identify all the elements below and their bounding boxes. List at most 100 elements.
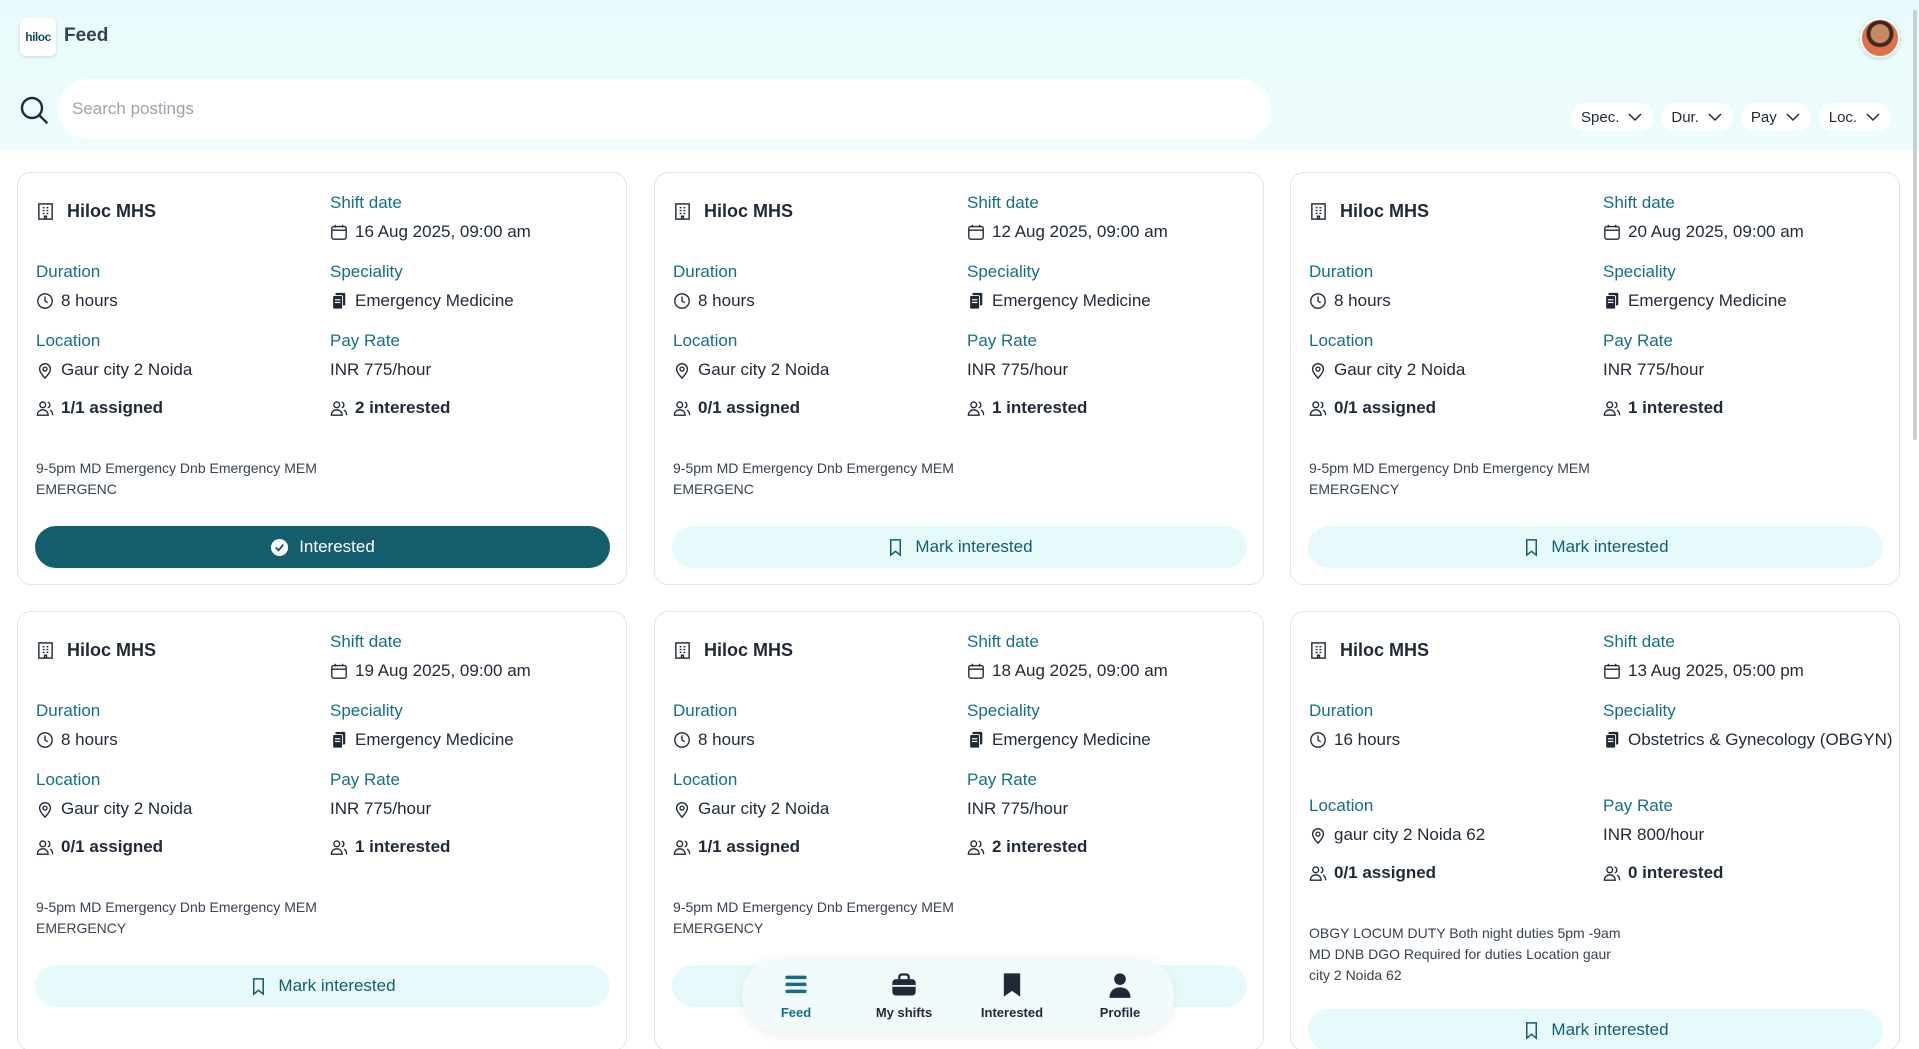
hospital-name: Hiloc MHS (673, 201, 793, 222)
pay-rate-label: Pay Rate (330, 770, 400, 789)
scrollbar[interactable] (1913, 10, 1917, 440)
speciality-label: Speciality (330, 701, 403, 720)
pay-rate: Pay Rate INR 775/hour (967, 331, 1068, 383)
location: Location Gaur city 2 Noida (1309, 331, 1465, 383)
hospital-name: Hiloc MHS (673, 640, 793, 661)
shift-date-value: 19 Aug 2025, 09:00 am (355, 661, 531, 680)
posting-card[interactable]: Hiloc MHS Shift date 13 Aug 2025, 05:00 … (1290, 611, 1900, 1049)
duration-value-row: 8 hours (36, 727, 118, 753)
filter-speciality[interactable]: Spec. (1571, 103, 1654, 131)
assigned-value: 1/1 assigned (698, 837, 801, 856)
clock-icon (1310, 732, 1326, 748)
nav-label: Interested (980, 1004, 1044, 1020)
posting-notes: 9-5pm MD Emergency Dnb Emergency MEM EME… (673, 899, 954, 936)
pay-rate-label: Pay Rate (1603, 331, 1673, 350)
nav-item-interested[interactable]: Interested (964, 971, 1060, 1020)
speciality-value-row: Emergency Medicine (330, 288, 620, 314)
building-icon (675, 203, 690, 220)
duration-value: 8 hours (61, 730, 118, 749)
interested-value: 0 interested (1628, 863, 1724, 882)
action-label: Mark interested (278, 976, 396, 995)
location-pin-icon (38, 363, 52, 379)
chevron-down-icon (1708, 113, 1722, 122)
pay-rate-value-row: INR 775/hour (330, 357, 431, 383)
hospital-label: Hiloc MHS (67, 201, 157, 221)
clock-icon (1310, 293, 1326, 309)
avatar[interactable] (1860, 18, 1900, 58)
top-header: hiloc Feed Spec. Dur. Pay Loc. (0, 0, 1919, 150)
shift-date: Shift date 12 Aug 2025, 09:00 am (967, 193, 1168, 245)
search-input[interactable] (58, 79, 1271, 139)
filter-label: Pay (1750, 108, 1777, 126)
speciality-label: Speciality (967, 262, 1040, 281)
filter-pay[interactable]: Pay (1740, 103, 1811, 131)
posting-notes: 9-5pm MD Emergency Dnb Emergency MEM EME… (1309, 460, 1590, 497)
pay-rate-value-row: INR 775/hour (330, 796, 431, 822)
shift-date-label: Shift date (967, 193, 1039, 212)
users-icon (673, 840, 691, 855)
hospital-name: Hiloc MHS (36, 201, 156, 222)
briefcase-icon (892, 972, 916, 995)
posting-card[interactable]: Hiloc MHS Shift date 19 Aug 2025, 09:00 … (17, 611, 627, 1049)
calendar-icon (331, 224, 347, 240)
nav-item-feed[interactable]: Feed (748, 971, 844, 1020)
users-icon (673, 401, 691, 416)
chevron-down-icon (1866, 113, 1880, 122)
location-value: Gaur city 2 Noida (61, 799, 193, 818)
clipboard-icon (332, 292, 346, 310)
users-icon (967, 401, 985, 416)
location-value: gaur city 2 Noida 62 (1334, 825, 1486, 844)
calendar-icon (1604, 224, 1620, 240)
pay-rate-value: INR 775/hour (330, 360, 432, 379)
interested-button[interactable]: Interested (35, 526, 610, 568)
speciality-value: Emergency Medicine (992, 730, 1151, 749)
location-value-row: Gaur city 2 Noida (1309, 357, 1465, 383)
calendar-icon (331, 663, 347, 679)
posting-card[interactable]: Hiloc MHS Shift date 20 Aug 2025, 09:00 … (1290, 172, 1900, 585)
assigned-value: 0/1 assigned (1334, 398, 1437, 417)
speciality-value: Emergency Medicine (355, 291, 514, 310)
shift-date-label: Shift date (330, 632, 402, 651)
shift-date: Shift date 18 Aug 2025, 09:00 am (967, 632, 1168, 684)
duration-value-row: 8 hours (673, 727, 755, 753)
shift-date-label: Shift date (1603, 193, 1675, 212)
mark-interested-button[interactable]: Mark interested (1308, 1009, 1883, 1049)
filter-duration[interactable]: Dur. (1661, 103, 1733, 131)
pay-rate: Pay Rate INR 775/hour (330, 331, 431, 383)
speciality-value-row: Emergency Medicine (967, 288, 1257, 314)
search-icon[interactable] (18, 94, 50, 126)
speciality-value-row: Emergency Medicine (967, 727, 1257, 753)
shift-date-value: 16 Aug 2025, 09:00 am (355, 222, 531, 241)
users-icon (330, 401, 348, 416)
pay-rate-value: INR 775/hour (330, 799, 432, 818)
location: Location Gaur city 2 Noida (673, 770, 829, 822)
location-label: Location (673, 770, 738, 789)
hospital-label: Hiloc MHS (704, 640, 794, 660)
speciality-value-row: Obstetrics & Gynecology (OBGYN) (1603, 727, 1893, 753)
posting-card[interactable]: Hiloc MHS Shift date 16 Aug 2025, 09:00 … (17, 172, 627, 585)
location: Location Gaur city 2 Noida (673, 331, 829, 383)
duration: Duration 8 hours (673, 262, 755, 314)
clock-icon (37, 732, 53, 748)
shift-date: Shift date 16 Aug 2025, 09:00 am (330, 193, 531, 245)
mark-interested-button[interactable]: Mark interested (1308, 526, 1883, 568)
mark-interested-button[interactable]: Mark interested (35, 965, 610, 1007)
location-value: Gaur city 2 Noida (61, 360, 193, 379)
mark-interested-button[interactable]: Mark interested (672, 526, 1247, 568)
interested-count: 1 interested (330, 834, 450, 860)
speciality-value-row: Emergency Medicine (1603, 288, 1893, 314)
interested-count: 2 interested (330, 395, 450, 421)
bookmark-outline-icon (253, 977, 265, 996)
location: Location Gaur city 2 Noida (36, 331, 192, 383)
assigned-value: 0/1 assigned (61, 837, 164, 856)
nav-item-my-shifts[interactable]: My shifts (856, 971, 952, 1020)
filter-location[interactable]: Loc. (1818, 103, 1892, 131)
posting-card[interactable]: Hiloc MHS Shift date 12 Aug 2025, 09:00 … (654, 172, 1264, 585)
bottom-nav: Feed My shifts Interested Profile (742, 957, 1174, 1033)
location-label: Location (1309, 796, 1374, 815)
hospital-label: Hiloc MHS (1340, 201, 1430, 221)
interested-value: 1 interested (992, 398, 1088, 417)
nav-item-profile[interactable]: Profile (1072, 971, 1168, 1020)
location-value-row: Gaur city 2 Noida (673, 357, 829, 383)
hiloc-logo[interactable]: hiloc (20, 18, 56, 56)
